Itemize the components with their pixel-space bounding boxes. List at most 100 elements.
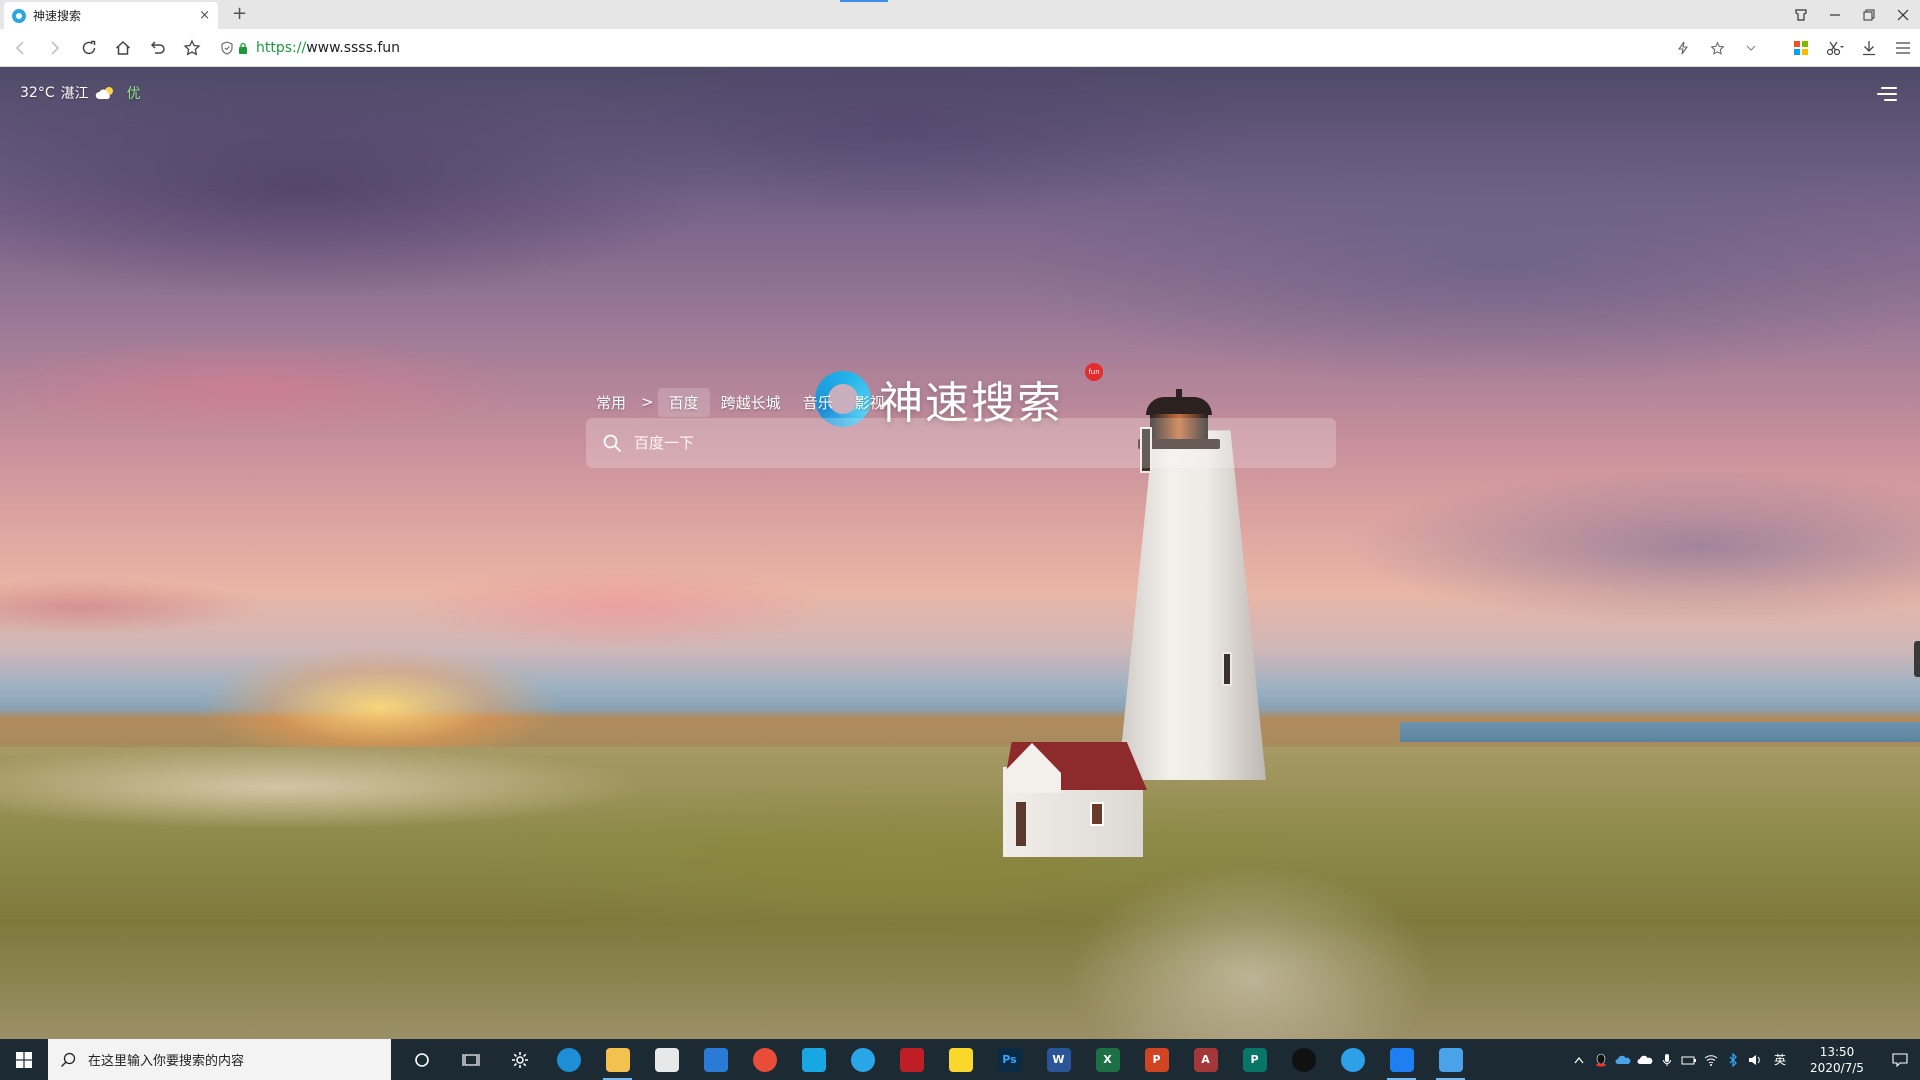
keeper-house-door xyxy=(1016,802,1026,846)
tray-qq-icon[interactable] xyxy=(1590,1039,1612,1080)
site-favicon-icon xyxy=(12,8,26,23)
forward-icon[interactable] xyxy=(43,37,65,59)
file-explorer-glyph xyxy=(605,1047,630,1072)
search-input[interactable] xyxy=(634,434,1314,452)
start-button[interactable] xyxy=(0,1039,48,1080)
task-view-icon[interactable] xyxy=(446,1039,495,1080)
filezilla-glyph xyxy=(899,1047,924,1072)
tray-volume-icon[interactable] xyxy=(1744,1039,1766,1080)
tray-microphone-icon[interactable] xyxy=(1656,1039,1678,1080)
edge-icon[interactable] xyxy=(544,1039,593,1080)
photoshop-icon[interactable]: Ps xyxy=(985,1039,1034,1080)
download-icon[interactable] xyxy=(1858,37,1880,59)
security-shield-icon[interactable] xyxy=(220,41,234,55)
taskbar-clock[interactable]: 13:50 2020/7/5 xyxy=(1794,1044,1880,1076)
restore-icon[interactable] xyxy=(1852,0,1886,29)
word-icon[interactable]: W xyxy=(1034,1039,1083,1080)
qq-icon[interactable] xyxy=(1279,1039,1328,1080)
engine-tab-baidu[interactable]: 百度 xyxy=(657,387,710,417)
excel-icon[interactable]: X xyxy=(1083,1039,1132,1080)
close-window-icon[interactable] xyxy=(1886,0,1920,29)
tray-expand-icon[interactable] xyxy=(1568,1039,1590,1080)
engine-category[interactable]: 常用 xyxy=(585,388,637,417)
lanhu-glyph xyxy=(1389,1047,1414,1072)
qq-glyph xyxy=(1291,1047,1316,1072)
chevron-right-icon: > xyxy=(641,393,654,411)
sticky-notes-glyph xyxy=(948,1047,973,1072)
url-scheme: https:// xyxy=(256,40,307,56)
address-bar[interactable]: https://www.ssss.fun xyxy=(220,35,1690,61)
background-sea xyxy=(1400,722,1920,742)
action-center-icon[interactable] xyxy=(1880,1039,1920,1080)
new-tab-button[interactable]: + xyxy=(232,3,247,24)
publisher-icon[interactable]: P xyxy=(1230,1039,1279,1080)
chrome-glyph xyxy=(752,1047,777,1072)
feishu-icon[interactable] xyxy=(1328,1039,1377,1080)
feishu-glyph xyxy=(1340,1047,1365,1072)
browser-fish-icon[interactable] xyxy=(838,1039,887,1080)
tray-cloud-icon[interactable] xyxy=(1634,1039,1656,1080)
favorite-star-icon[interactable] xyxy=(1706,37,1728,59)
mail-icon[interactable] xyxy=(691,1039,740,1080)
home-icon[interactable] xyxy=(112,37,134,59)
reload-icon[interactable] xyxy=(78,37,100,59)
clock-time: 13:50 xyxy=(1819,1044,1855,1059)
settings-menu-icon[interactable] xyxy=(1876,85,1898,103)
back-icon[interactable] xyxy=(10,37,32,59)
filezilla-icon[interactable] xyxy=(887,1039,936,1080)
skype-glyph xyxy=(801,1047,826,1072)
skin-icon[interactable] xyxy=(1784,0,1818,29)
search-box[interactable] xyxy=(586,418,1336,468)
lightning-icon[interactable] xyxy=(1672,37,1694,59)
keeper-house-window xyxy=(1090,802,1104,826)
lanhu-icon[interactable] xyxy=(1377,1039,1426,1080)
tray-battery-icon[interactable] xyxy=(1678,1039,1700,1080)
minimize-icon[interactable] xyxy=(1818,0,1852,29)
engine-tab-kuayue[interactable]: 跨越长城 xyxy=(710,388,792,417)
weather-widget[interactable]: 32°C 湛江 优 xyxy=(20,83,141,103)
url-host: www.ssss.fun xyxy=(306,40,401,56)
skype-icon[interactable] xyxy=(789,1039,838,1080)
tab-close-icon[interactable]: × xyxy=(199,8,210,23)
menu-hamburger-icon[interactable] xyxy=(1892,37,1914,59)
tray-wifi-icon[interactable] xyxy=(1700,1039,1722,1080)
access-icon[interactable]: A xyxy=(1181,1039,1230,1080)
mail-glyph xyxy=(703,1047,728,1072)
cortana-icon[interactable] xyxy=(397,1039,446,1080)
tray-onedrive-icon[interactable] xyxy=(1612,1039,1634,1080)
tray-bluetooth-icon[interactable] xyxy=(1722,1039,1744,1080)
windows-taskbar: 在这里输入你要搜索的内容 Ps W X P A P 英 13:50 2020/7/5 xyxy=(0,1039,1920,1080)
apps-grid-icon[interactable] xyxy=(1790,37,1812,59)
edge-glyph xyxy=(556,1047,581,1072)
system-tray: 英 13:50 2020/7/5 xyxy=(1568,1039,1920,1080)
lighthouse-window xyxy=(1222,652,1232,686)
photos-icon[interactable] xyxy=(1426,1039,1475,1080)
weather-city: 湛江 xyxy=(60,86,89,102)
tray-ime-indicator[interactable]: 英 xyxy=(1766,1039,1794,1080)
sticky-notes-icon[interactable] xyxy=(936,1039,985,1080)
photos-glyph xyxy=(1438,1047,1463,1072)
undo-close-icon[interactable] xyxy=(146,37,168,59)
search-icon[interactable] xyxy=(602,433,622,453)
engine-tab-video[interactable]: 影视 xyxy=(844,388,896,417)
navigation-bar: https://www.ssss.fun xyxy=(0,29,1920,67)
powerpoint-glyph: P xyxy=(1144,1047,1169,1072)
bookmark-star-icon[interactable] xyxy=(181,37,203,59)
powerpoint-icon[interactable]: P xyxy=(1132,1039,1181,1080)
windows-logo-icon xyxy=(16,1051,32,1068)
settings-icon[interactable] xyxy=(495,1039,544,1080)
browser-fish-glyph xyxy=(850,1047,875,1072)
side-scroll-handle[interactable] xyxy=(1914,641,1920,677)
weather-temperature: 32°C xyxy=(20,85,55,101)
taskbar-search[interactable]: 在这里输入你要搜索的内容 xyxy=(48,1039,391,1080)
engine-tab-music[interactable]: 音乐 xyxy=(792,388,844,417)
tab-loading-indicator xyxy=(840,0,888,2)
browser-tab[interactable]: 神速搜索 × xyxy=(4,2,218,29)
clock-date: 2020/7/5 xyxy=(1810,1060,1864,1075)
excel-glyph: X xyxy=(1095,1047,1120,1072)
file-explorer-icon[interactable] xyxy=(593,1039,642,1080)
scissors-icon[interactable] xyxy=(1824,37,1846,59)
store-icon[interactable] xyxy=(642,1039,691,1080)
chrome-icon[interactable] xyxy=(740,1039,789,1080)
chevron-down-icon[interactable] xyxy=(1740,37,1762,59)
